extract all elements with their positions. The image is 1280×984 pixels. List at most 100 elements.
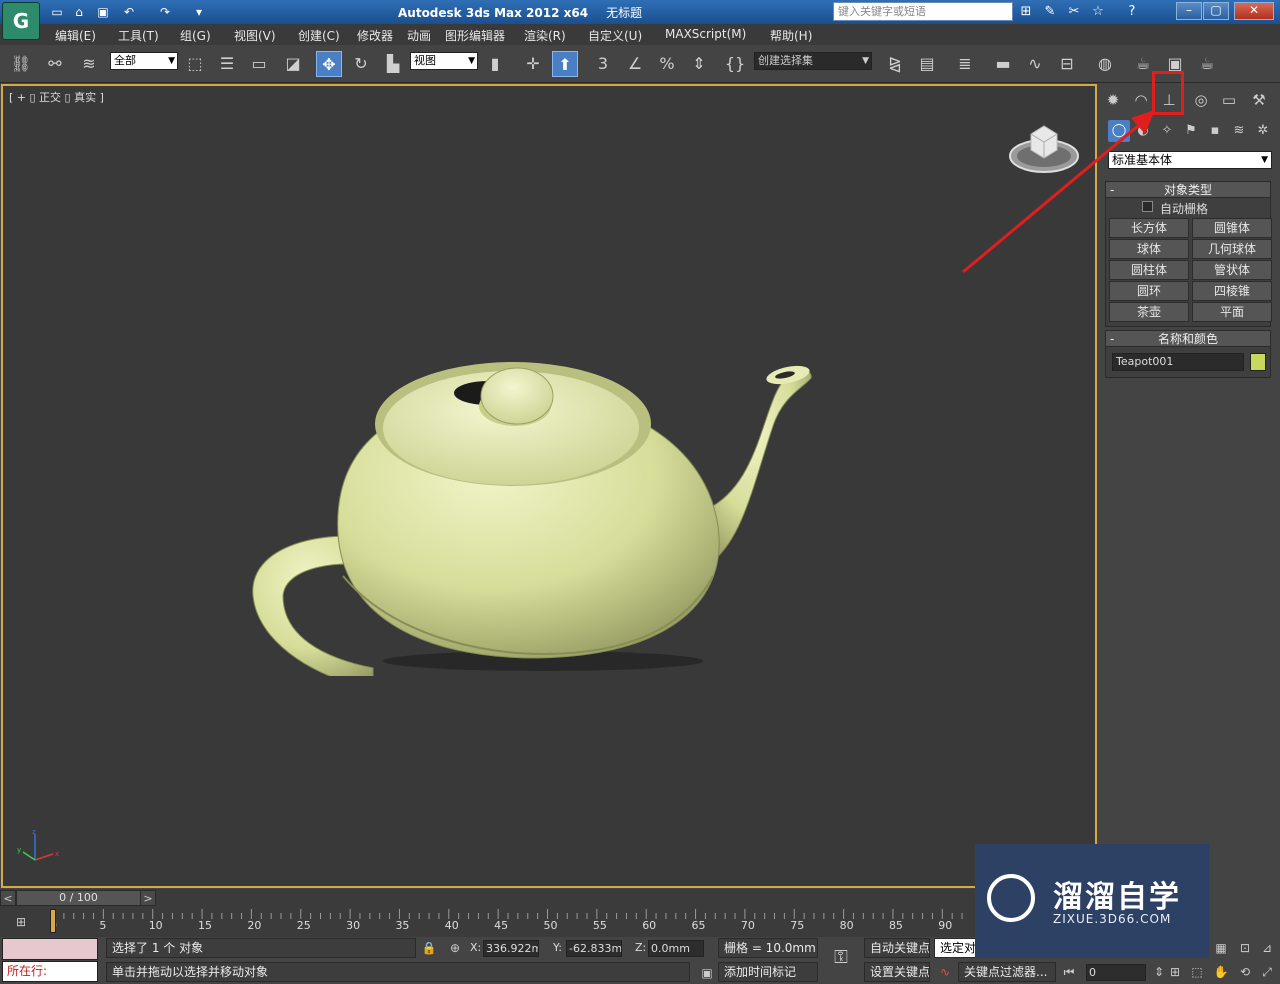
reference-coordinate-dropdown[interactable]: 视图 ▼ — [410, 52, 478, 70]
tube-button[interactable]: 管状体 — [1192, 260, 1272, 280]
maximize-button[interactable]: ▢ — [1203, 2, 1229, 20]
perspective-viewport[interactable]: [ + ▯ 正交 ▯ 真实 ] z x y — [1, 84, 1097, 888]
lock-selection-icon[interactable]: 🔒 — [420, 939, 438, 957]
viewport-label[interactable]: [ + ▯ 正交 ▯ 真实 ] — [9, 89, 104, 105]
menu-customize[interactable]: 自定义(U) — [588, 27, 642, 44]
select-object-icon[interactable]: ⬚ — [182, 51, 208, 77]
current-frame-marker[interactable] — [50, 909, 56, 933]
select-and-rotate-icon[interactable]: ↻ — [348, 51, 374, 77]
menu-graph-editors[interactable]: 图形编辑器 — [445, 27, 505, 44]
minimize-button[interactable]: – — [1176, 2, 1202, 20]
pan-view-icon[interactable]: ✋ — [1212, 963, 1230, 981]
mirror-icon[interactable]: ⧎ — [882, 51, 908, 77]
torus-button[interactable]: 圆环 — [1109, 281, 1189, 301]
systems-category-icon[interactable]: ✲ — [1252, 120, 1274, 142]
y-coordinate-field[interactable]: -62.833mm — [566, 940, 622, 957]
menu-group[interactable]: 组(G) — [180, 27, 211, 44]
new-file-icon[interactable]: ▭ — [48, 3, 66, 21]
set-key-button[interactable]: 设置关键点 — [864, 962, 930, 982]
track-bar[interactable]: ⊞ 051015202530354045505560657075808590 — [0, 907, 975, 937]
keyboard-shortcut-override-icon[interactable]: ⬆ — [552, 51, 578, 77]
menu-modifiers[interactable]: 修改器 — [357, 27, 393, 44]
link-icon[interactable]: ⛓ — [8, 51, 34, 77]
spinner-snap-icon[interactable]: ⇕ — [686, 51, 712, 77]
unlink-icon[interactable]: ⚯ — [42, 51, 68, 77]
geosphere-button[interactable]: 几何球体 — [1192, 239, 1272, 259]
auto-key-button[interactable]: 自动关键点 — [864, 938, 930, 958]
window-crossing-icon[interactable]: ◪ — [280, 51, 306, 77]
zoom-all-icon[interactable]: ▦ — [1212, 939, 1230, 957]
graphite-tools-icon[interactable]: ▬ — [990, 51, 1016, 77]
z-coordinate-field[interactable]: 0.0mm — [648, 940, 704, 957]
key-filters-button[interactable]: 关键点过滤器... — [958, 962, 1056, 982]
menu-create[interactable]: 创建(C) — [298, 27, 340, 44]
orbit-icon[interactable]: ⟲ — [1236, 963, 1254, 981]
undo-icon[interactable]: ↶ — [120, 3, 138, 21]
display-tab-icon[interactable]: ▭ — [1216, 88, 1242, 112]
plane-button[interactable]: 平面 — [1192, 302, 1272, 322]
named-selection-dropdown[interactable]: 创建选择集 ▼ — [754, 52, 872, 70]
x-coordinate-field[interactable]: 336.922mm — [483, 940, 539, 957]
go-to-start-icon[interactable]: ⏮ — [1060, 963, 1078, 981]
time-slider[interactable]: < 0 / 100 > — [0, 889, 975, 907]
curve-editor-icon[interactable]: ∿ — [1022, 51, 1048, 77]
selected-keys-dropdown[interactable]: 选定对 — [934, 938, 976, 958]
motion-tab-icon[interactable]: ◎ — [1188, 88, 1214, 112]
absolute-relative-icon[interactable]: ⊕ — [446, 939, 464, 957]
region-zoom-icon[interactable]: ⬚ — [1188, 963, 1206, 981]
select-and-scale-icon[interactable]: ▙ — [380, 51, 406, 77]
menu-tools[interactable]: 工具(T) — [118, 27, 159, 44]
teapot-button[interactable]: 茶壶 — [1109, 302, 1189, 322]
zoom-extents-all-icon[interactable]: ⊡ — [1236, 939, 1254, 957]
menu-maxscript[interactable]: MAXScript(M) — [665, 27, 746, 41]
cone-button[interactable]: 圆锥体 — [1192, 218, 1272, 238]
pyramid-button[interactable]: 四棱锥 — [1192, 281, 1272, 301]
angle-snap-icon[interactable]: ∠ — [622, 51, 648, 77]
maxscript-listener-mini[interactable] — [2, 938, 98, 960]
time-slider-thumb[interactable]: 0 / 100 — [16, 890, 141, 906]
snaps-toggle-icon[interactable]: 3 — [590, 51, 616, 77]
menu-edit[interactable]: 编辑(E) — [55, 27, 96, 44]
maximize-viewport-icon[interactable]: ⤢ — [1258, 963, 1276, 981]
bind-space-warp-icon[interactable]: ≋ — [76, 51, 102, 77]
maxscript-input[interactable]: 所在行: — [2, 961, 98, 982]
menu-rendering[interactable]: 渲染(R) — [524, 27, 566, 44]
percent-snap-icon[interactable]: % — [654, 51, 680, 77]
favorites-icon[interactable]: ☆ — [1088, 3, 1108, 21]
name-color-header[interactable]: - 名称和颜色 — [1106, 331, 1270, 347]
menu-views[interactable]: 视图(V) — [234, 27, 276, 44]
select-by-name-icon[interactable]: ☰ — [214, 51, 240, 77]
selection-filter-dropdown[interactable]: 全部 ▼ — [110, 52, 178, 70]
subscription-icon[interactable]: ✎ — [1040, 3, 1060, 21]
layer-manager-icon[interactable]: ≣ — [952, 51, 978, 77]
select-and-manipulate-icon[interactable]: ✛ — [520, 51, 546, 77]
current-frame-field[interactable]: 0 — [1086, 964, 1146, 981]
menu-help[interactable]: 帮助(H) — [770, 27, 812, 44]
schematic-view-icon[interactable]: ⊟ — [1054, 51, 1080, 77]
select-and-move-icon[interactable]: ✥ — [316, 51, 342, 77]
key-filter-icon[interactable]: ∿ — [936, 963, 954, 981]
object-color-swatch[interactable] — [1250, 353, 1266, 371]
search-input[interactable]: 键入关键字或短语 — [833, 2, 1013, 21]
material-editor-icon[interactable]: ◍ — [1092, 51, 1118, 77]
menu-animation[interactable]: 动画 — [407, 27, 431, 44]
save-file-icon[interactable]: ▣ — [94, 3, 112, 21]
helpers-category-icon[interactable]: ▪ — [1204, 120, 1226, 142]
add-time-tag-button[interactable]: 添加时间标记 — [718, 962, 818, 982]
object-name-input[interactable]: Teapot001 — [1112, 353, 1244, 371]
rectangular-selection-icon[interactable]: ▭ — [246, 51, 272, 77]
render-production-icon[interactable]: ☕ — [1194, 51, 1220, 77]
quick-access-menu-icon[interactable]: ▾ — [190, 3, 208, 21]
pivot-center-icon[interactable]: ▮ — [482, 51, 508, 77]
open-mini-curve-editor-icon[interactable]: ⊞ — [12, 913, 30, 931]
app-logo-icon[interactable]: G — [2, 2, 40, 40]
align-icon[interactable]: ▤ — [914, 51, 940, 77]
open-file-icon[interactable]: ⌂ — [70, 3, 88, 21]
previous-frame-icon[interactable]: < — [0, 890, 16, 906]
edit-named-selection-icon[interactable]: {} — [722, 51, 748, 77]
redo-icon[interactable]: ↷ — [156, 3, 174, 21]
field-of-view-icon[interactable]: ⊿ — [1258, 939, 1276, 957]
zoom-extents-icon[interactable]: ⊞ — [1166, 963, 1184, 981]
next-frame-icon[interactable]: > — [140, 890, 156, 906]
time-tag-icon[interactable]: ▣ — [698, 964, 716, 982]
